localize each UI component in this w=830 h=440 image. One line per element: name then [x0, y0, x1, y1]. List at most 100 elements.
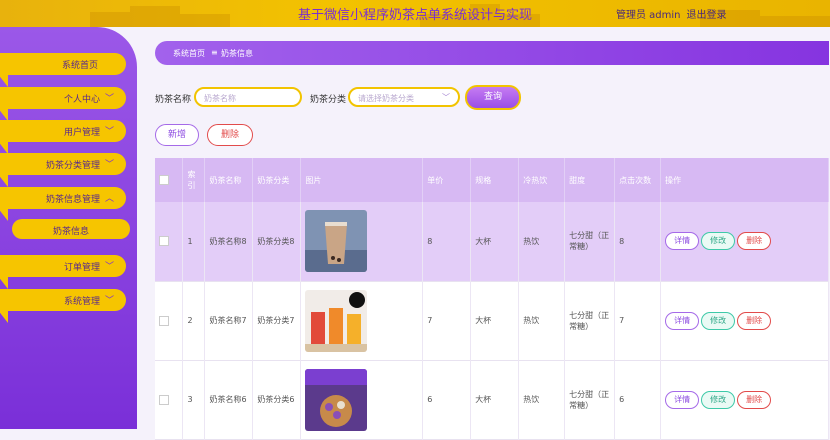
sidebar-item-label: 奶茶信息管理	[45, 195, 100, 205]
cell-name: 奶茶名称8	[204, 202, 254, 281]
column-header: 图片	[300, 158, 424, 202]
column-header: 奶茶名称	[204, 158, 254, 202]
row-checkbox[interactable]	[159, 315, 169, 326]
add-button[interactable]: 新增	[155, 124, 199, 146]
column-header: 操作	[660, 158, 829, 202]
edit-button[interactable]: 修改	[701, 390, 736, 409]
query-button[interactable]: 查询	[465, 85, 521, 110]
edit-button[interactable]: 修改	[701, 311, 736, 330]
sidebar-item-label: 用户管理	[63, 128, 100, 138]
cell-price: 7	[422, 281, 472, 360]
row-select-cell	[155, 202, 184, 281]
row-select-cell	[155, 360, 184, 439]
cell-index: 1	[182, 202, 206, 281]
milktea-image	[305, 210, 368, 273]
table-header-row: 索引 奶茶名称 奶茶分类 图片 单价 规格 冷热饮 甜度 点击次数 操作	[155, 158, 829, 202]
name-search-label: 奶茶名称	[155, 95, 192, 105]
cell-ops: 详情 修改 删除	[660, 202, 829, 281]
category-search-label: 奶茶分类	[310, 95, 347, 105]
category-select[interactable]: 请选择奶茶分类 ﹀	[348, 87, 460, 107]
logout-link[interactable]: 退出登录	[687, 10, 727, 21]
cell-index: 3	[182, 360, 206, 439]
menu-ribbon-tail	[0, 255, 8, 289]
edit-button[interactable]: 修改	[701, 232, 736, 251]
name-search-input[interactable]: 奶茶名称	[194, 87, 302, 107]
row-select-cell	[155, 281, 184, 360]
cell-clicks: 7	[614, 281, 662, 360]
cell-temp: 热饮	[518, 281, 566, 360]
top-bar: 基于微信小程序奶茶点单系统设计与实现 管理员 admin 退出登录	[0, 0, 830, 27]
column-header: 规格	[470, 158, 520, 202]
menu-ribbon-tail	[0, 53, 8, 87]
sidebar-item-label: 系统管理	[63, 297, 100, 307]
sidebar-item-users[interactable]: 用户管理 ﹀	[0, 120, 126, 154]
cell-name: 奶茶名称7	[204, 281, 254, 360]
cell-index: 2	[182, 281, 206, 360]
detail-button[interactable]: 详情	[665, 232, 700, 251]
sidebar-item-label: 系统首页	[61, 61, 98, 71]
cell-clicks: 8	[614, 202, 662, 281]
chevron-down-icon: ﹀	[104, 160, 114, 170]
milktea-image	[305, 368, 368, 431]
breadcrumb-current: 奶茶信息	[221, 49, 253, 58]
detail-button[interactable]: 详情	[665, 311, 700, 330]
cell-category: 奶茶分类6	[252, 360, 302, 439]
column-header: 甜度	[564, 158, 616, 202]
category-select-placeholder: 请选择奶茶分类	[358, 94, 414, 103]
cell-sweetness: 七分甜（正常糖）	[564, 202, 616, 281]
milktea-table: 索引 奶茶名称 奶茶分类 图片 单价 规格 冷热饮 甜度 点击次数 操作 1 奶…	[155, 158, 829, 440]
cell-sweetness: 七分甜（正常糖）	[564, 360, 616, 439]
cell-temp: 热饮	[518, 202, 566, 281]
cell-spec: 大杯	[470, 281, 520, 360]
cell-temp: 热饮	[518, 360, 566, 439]
cell-name: 奶茶名称6	[204, 360, 254, 439]
chevron-up-icon: ︿	[104, 194, 114, 204]
sidebar-item-orders[interactable]: 订单管理 ﹀	[0, 255, 126, 289]
cell-clicks: 6	[614, 360, 662, 439]
milktea-image	[305, 289, 368, 352]
cell-spec: 大杯	[470, 202, 520, 281]
cell-category: 奶茶分类8	[252, 202, 302, 281]
delete-button[interactable]: 删除	[737, 390, 772, 409]
select-all-cell	[155, 158, 184, 202]
breadcrumb-home[interactable]: 系统首页	[173, 48, 205, 59]
row-checkbox[interactable]	[159, 394, 169, 405]
cell-sweetness: 七分甜（正常糖）	[564, 281, 616, 360]
menu-ribbon-tail	[0, 120, 8, 154]
sidebar-item-personal[interactable]: 个人中心 ﹀	[0, 87, 126, 121]
menu-ribbon-tail	[0, 187, 8, 221]
menu-ribbon-tail	[0, 289, 8, 323]
menu-ribbon-tail	[0, 87, 8, 121]
sidebar-item-category[interactable]: 奶茶分类管理 ﹀	[0, 153, 126, 187]
column-header: 索引	[182, 158, 206, 202]
sidebar: 系统首页 个人中心 ﹀ 用户管理 ﹀ 奶茶分类管理 ﹀ 奶茶信息管理 ︿ 奶茶信…	[0, 27, 137, 429]
sidebar-item-label: 奶茶分类管理	[45, 161, 100, 171]
cell-price: 6	[422, 360, 472, 439]
cell-category: 奶茶分类7	[252, 281, 302, 360]
breadcrumb: 系统首页 ≡ 奶茶信息	[155, 41, 829, 65]
admin-info: 管理员 admin 退出登录	[616, 6, 733, 21]
sidebar-item-milktea[interactable]: 奶茶信息管理 ︿	[0, 187, 126, 221]
column-header: 点击次数	[614, 158, 662, 202]
column-header: 奶茶分类	[252, 158, 302, 202]
cell-image	[300, 202, 424, 281]
sidebar-item-home[interactable]: 系统首页	[0, 53, 126, 87]
cell-price: 8	[422, 202, 472, 281]
chevron-down-icon: ﹀	[104, 262, 114, 272]
detail-button[interactable]: 详情	[665, 390, 700, 409]
row-checkbox[interactable]	[159, 236, 169, 247]
sidebar-subitem-milktea-info[interactable]: 奶茶信息	[12, 219, 130, 239]
sidebar-item-system[interactable]: 系统管理 ﹀	[0, 289, 126, 323]
delete-button[interactable]: 删除	[737, 311, 772, 330]
select-all-checkbox[interactable]	[159, 175, 169, 185]
cell-spec: 大杯	[470, 360, 520, 439]
delete-button[interactable]: 删除	[737, 232, 772, 251]
batch-delete-button[interactable]: 删除	[207, 124, 253, 146]
chevron-down-icon: ﹀	[104, 94, 114, 104]
chevron-down-icon: ﹀	[442, 93, 450, 102]
table-row: 1 奶茶名称8 奶茶分类8 8 大杯 热饮 七分甜（正常糖） 8 详情 修改 删除	[155, 202, 829, 281]
chevron-down-icon: ﹀	[104, 127, 114, 137]
admin-label: 管理员 admin	[616, 10, 681, 21]
chevron-down-icon: ﹀	[104, 296, 114, 306]
cell-image	[300, 360, 424, 439]
